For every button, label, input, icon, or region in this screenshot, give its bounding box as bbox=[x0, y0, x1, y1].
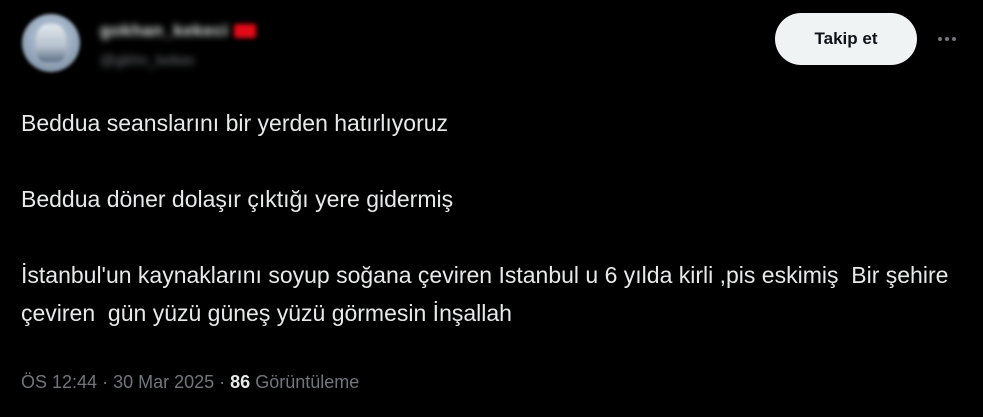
author-handle[interactable]: @gkhn_kekec bbox=[100, 52, 195, 69]
views-label: Görüntüleme bbox=[255, 372, 360, 392]
more-dot bbox=[938, 37, 942, 41]
avatar-figure bbox=[36, 24, 66, 62]
meta-separator: · bbox=[214, 372, 231, 392]
more-dot bbox=[952, 37, 956, 41]
tweet-paragraph: İstanbul'un kaynaklarını soyup soğana çe… bbox=[21, 262, 955, 326]
tweet-time[interactable]: ÖS 12:44 bbox=[21, 372, 97, 393]
author-name-row[interactable]: gokhan_kekeci bbox=[100, 20, 257, 42]
tweet-paragraph: Beddua seanslarını bir yerden hatırlıyor… bbox=[21, 110, 449, 136]
profile-avatar[interactable] bbox=[22, 14, 80, 72]
author-display-name[interactable]: gokhan_kekeci bbox=[100, 21, 228, 41]
turkey-flag-icon bbox=[234, 24, 257, 38]
tweet-paragraph: Beddua döner dolaşır çıktığı yere giderm… bbox=[21, 186, 454, 212]
more-dot bbox=[945, 37, 949, 41]
tweet-metadata: ÖS 12:44 · 30 Mar 2025 · 86 Görüntüleme bbox=[21, 372, 359, 393]
follow-button[interactable]: Takip et bbox=[775, 13, 917, 65]
tweet-date[interactable]: 30 Mar 2025 bbox=[113, 372, 214, 393]
tweet-card: gokhan_kekeci @gkhn_kekec Takip et Beddu… bbox=[0, 0, 983, 417]
tweet-text: Beddua seanslarını bir yerden hatırlıyor… bbox=[21, 104, 971, 332]
more-options-icon[interactable] bbox=[930, 26, 964, 52]
meta-separator: · bbox=[97, 372, 114, 392]
views-count: 86 bbox=[230, 372, 251, 392]
